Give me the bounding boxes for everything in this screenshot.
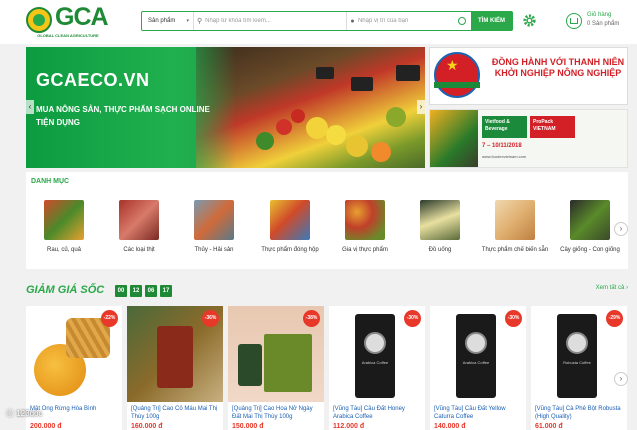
search-icon: ⚲ xyxy=(196,18,203,25)
discount-badge: -38% xyxy=(303,310,320,327)
product-price: 61.000 đ xyxy=(535,423,563,430)
product-next-icon[interactable]: › xyxy=(614,372,628,386)
watermark: ⓒ 123doc xyxy=(6,409,43,418)
search-bar: Sản phẩm ▾ ⚲ ● TÌM KIẾM xyxy=(141,11,513,31)
logo-emblem-icon xyxy=(26,7,52,33)
location-input[interactable] xyxy=(357,13,471,29)
keyword-input[interactable] xyxy=(205,13,346,29)
discount-badge: -22% xyxy=(101,310,118,327)
product-price: 160.000 đ xyxy=(131,423,163,430)
location-field: ● xyxy=(347,12,471,30)
category-label: Gia vị thực phẩm xyxy=(342,247,388,253)
product-name[interactable]: [Vũng Tàu] Cà Phê Bột Robusta (High Qual… xyxy=(535,405,625,421)
banner-next-arrow-icon[interactable]: › xyxy=(417,100,425,114)
logo-text: GCA xyxy=(55,3,109,31)
category-title: DANH MỤC xyxy=(31,178,70,185)
category-item[interactable]: Thủy - Hải sản xyxy=(176,200,252,260)
drinks-icon xyxy=(420,200,460,240)
product-name[interactable]: [Quảng Trị] Cao Hoa Nở Ngày Đất Mai Thị … xyxy=(232,405,322,421)
spices-icon xyxy=(345,200,385,240)
category-label: Thực phẩm đóng hộp xyxy=(261,247,319,253)
product-price: 150.000 đ xyxy=(232,423,264,430)
banner-prev-arrow-icon[interactable]: ‹ xyxy=(26,100,34,114)
product-card[interactable]: -38% [Quảng Trị] Cao Hoa Nở Ngày Đất Mai… xyxy=(228,306,324,430)
product-price: 200.000 đ xyxy=(30,423,62,430)
banner-subtitle: MUA NÔNG SẢN, THỰC PHẨM SẠCH ONLINE TIỆN… xyxy=(36,105,210,127)
keyword-field: ⚲ xyxy=(194,12,347,30)
caret-down-icon: ▾ xyxy=(186,18,189,24)
category-label: Cây giống - Con giống xyxy=(560,247,620,253)
gear-icon[interactable] xyxy=(522,13,537,28)
timer-hours: 12 xyxy=(130,285,142,297)
meat-icon xyxy=(119,200,159,240)
propack-logo: ProPack VIETNAM xyxy=(530,116,575,138)
cart-label[interactable]: Giỏ hàng xyxy=(587,12,611,18)
banner-title: GCAECO.VN xyxy=(36,70,150,90)
category-select-label: Sản phẩm xyxy=(148,18,176,24)
map-pin-icon: ● xyxy=(350,17,355,25)
product-card[interactable]: Robusta Coffee -29% [Vũng Tàu] Cà Phê Bộ… xyxy=(531,306,627,430)
category-item[interactable]: Rau, củ, quả xyxy=(26,200,102,260)
product-name[interactable]: [Vũng Tàu] Cầu Đất Yellow Caturra Coffee xyxy=(434,405,524,421)
product-card[interactable]: Arabica Coffee -30% [Vũng Tàu] Cầu Đất Y… xyxy=(430,306,526,430)
header: GCA GLOBAL CLEAN AGRICULTURE Sản phẩm ▾ … xyxy=(0,0,637,44)
discount-badge: -36% xyxy=(202,310,219,327)
locate-me-icon[interactable] xyxy=(458,17,466,25)
category-label: Các loại thịt xyxy=(123,247,155,253)
star-icon: ★ xyxy=(446,57,459,73)
category-item[interactable]: Gia vị thực phẩm xyxy=(327,200,403,260)
logo-subtitle: GLOBAL CLEAN AGRICULTURE xyxy=(37,33,99,38)
discount-badge: -29% xyxy=(606,310,623,327)
badge-ribbon xyxy=(434,82,480,88)
category-item[interactable]: Đồ uống xyxy=(402,200,478,260)
promo-banner-youth[interactable]: ★ ĐỒNG HÀNH VỚI THANH NIÊN KHỞI NGHIỆP N… xyxy=(429,47,628,105)
expo-image xyxy=(430,110,478,167)
category-label: Đồ uống xyxy=(428,247,452,253)
category-item[interactable]: Thực phẩm chế biến sẵn xyxy=(477,200,553,260)
category-item[interactable]: Thực phẩm đóng hộp xyxy=(252,200,328,260)
category-item[interactable]: Các loại thịt xyxy=(101,200,177,260)
seedlings-icon xyxy=(570,200,610,240)
expo-site: www.foodexvietnam.com xyxy=(482,154,527,159)
category-panel: DANH MỤC Rau, củ, quả Các loại thịt Thủy… xyxy=(26,172,628,269)
discount-badge: -30% xyxy=(404,310,421,327)
timer-minutes: 06 xyxy=(145,285,157,297)
product-name[interactable]: [Vũng Tàu] Cầu Đất Honey Arabica Coffee xyxy=(333,405,423,421)
category-label: Rau, củ, quả xyxy=(46,247,82,253)
product-price: 112.000 đ xyxy=(333,423,365,430)
product-row: -22% Mật Ong Rừng Hòa Bình 200.000 đ -36… xyxy=(26,306,637,430)
product-price: 140.000 đ xyxy=(434,423,466,430)
cart-icon[interactable] xyxy=(566,13,582,29)
timer-seconds: 17 xyxy=(160,285,172,297)
vegetables-icon xyxy=(44,200,84,240)
flash-sale-header: GIẢM GIÁ SỐC 00 12 06 17 Xem tất cả › xyxy=(26,282,628,300)
product-name[interactable]: Mật Ong Rừng Hòa Bình xyxy=(30,405,120,421)
timer-days: 00 xyxy=(115,285,127,297)
category-next-icon[interactable]: › xyxy=(614,222,628,236)
main-banner[interactable]: GCAECO.VN MUA NÔNG SẢN, THỰC PHẨM SẠCH O… xyxy=(26,47,425,168)
category-select[interactable]: Sản phẩm ▾ xyxy=(142,12,194,30)
product-card[interactable]: Arabica Coffee -30% [Vũng Tàu] Cầu Đất H… xyxy=(329,306,425,430)
vietfood-logo: Vietfood & Beverage xyxy=(482,116,527,138)
discount-badge: -30% xyxy=(505,310,522,327)
canned-food-icon xyxy=(270,200,310,240)
seafood-icon xyxy=(194,200,234,240)
category-label: Thực phẩm chế biến sẵn xyxy=(481,247,549,253)
product-card[interactable]: -36% [Quảng Trị] Cao Cỏ Máu Mai Thị Thùy… xyxy=(127,306,223,430)
flash-sale-title: GIẢM GIÁ SỐC xyxy=(26,284,105,296)
expo-date: 7 – 10/11/2018 xyxy=(482,143,522,149)
promo-banner-expo[interactable]: Vietfood & Beverage ProPack VIETNAM 7 – … xyxy=(429,109,628,168)
product-name[interactable]: [Quảng Trị] Cao Cỏ Máu Mai Thị Thùy 100g xyxy=(131,405,221,421)
gca-logo[interactable]: GCA GLOBAL CLEAN AGRICULTURE xyxy=(26,3,110,39)
see-all-link[interactable]: Xem tất cả › xyxy=(596,285,628,291)
promo-youth-text: ĐỒNG HÀNH VỚI THANH NIÊN KHỞI NGHIỆP NÔN… xyxy=(491,57,625,78)
cart-count: 0 Sản phẩm xyxy=(587,21,620,27)
prepared-food-icon xyxy=(495,200,535,240)
search-button[interactable]: TÌM KIẾM xyxy=(471,12,512,30)
category-label: Thủy - Hải sản xyxy=(194,247,234,253)
